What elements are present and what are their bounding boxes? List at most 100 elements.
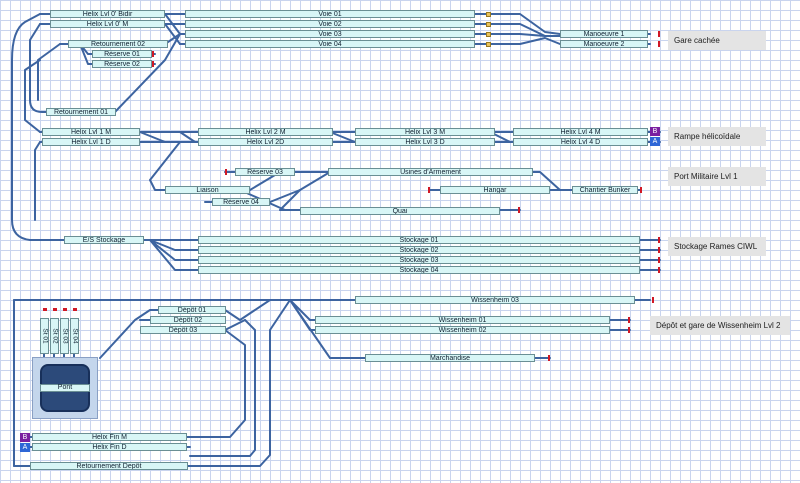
block-helix3d[interactable]: Helix Lvl 3 D [355, 138, 495, 146]
block-label: St 03 [61, 328, 68, 344]
block-label: Dépôt 02 [173, 317, 203, 324]
stop-signal [628, 317, 630, 323]
block-st04[interactable]: St 04 [70, 318, 79, 354]
block-reserve04[interactable]: Réserve 04 [212, 198, 270, 206]
block-label: Quai [392, 208, 408, 215]
block-voie01[interactable]: Voie 01 [185, 10, 475, 18]
block-reserve02[interactable]: Réserve 02 [92, 60, 152, 68]
stop-signal [428, 187, 430, 193]
block-depot03[interactable]: Dépôt 03 [140, 326, 226, 334]
block-helix-fin-d[interactable]: Helix Fin D [32, 443, 187, 451]
block-label: Helix Lvl 2 M [245, 129, 286, 136]
buffer-cap [486, 12, 491, 17]
block-label: Marchandise [429, 355, 471, 362]
block-helix2m[interactable]: Helix Lvl 2 M [198, 128, 333, 136]
block-manoeuvre2[interactable]: Manoeuvre 2 [560, 40, 648, 48]
block-label: Retournement 02 [90, 41, 146, 48]
block-stockage01[interactable]: Stockage 01 [198, 236, 640, 244]
block-marchandise[interactable]: Marchandise [365, 354, 535, 362]
stop-signal [658, 257, 660, 263]
block-helix0-bidir[interactable]: Helix Lvl 0' Bidir [50, 10, 165, 18]
block-retournement01[interactable]: Retournement 01 [46, 108, 116, 116]
stop-signal [43, 308, 47, 311]
zone-port: Port Militaire Lvl 1 [668, 167, 766, 186]
buffer-cap [486, 42, 491, 47]
turntable-label[interactable]: Pont [40, 384, 90, 392]
block-st03[interactable]: St 03 [60, 318, 69, 354]
block-wissenheim01[interactable]: Wissenheim 01 [315, 316, 610, 324]
block-label: Helix Lvl 0' M [86, 21, 129, 28]
block-label: Manoeuvre 2 [583, 41, 625, 48]
block-usines[interactable]: Usines d'Armement [328, 168, 533, 176]
block-label: Dépôt 01 [177, 307, 207, 314]
indicator-b[interactable]: B [650, 127, 660, 136]
block-wissenheim02[interactable]: Wissenheim 02 [315, 326, 610, 334]
block-quai[interactable]: Quai [300, 207, 500, 215]
block-helix1d[interactable]: Helix Lvl 1 D [42, 138, 140, 146]
stop-signal [628, 327, 630, 333]
block-label: Helix Fin M [91, 434, 127, 441]
block-stockage04[interactable]: Stockage 04 [198, 266, 640, 274]
block-stockage03[interactable]: Stockage 03 [198, 256, 640, 264]
indicator-a[interactable]: A [20, 443, 30, 452]
block-label: Usines d'Armement [400, 169, 461, 176]
block-es-stockage[interactable]: E/S Stockage [64, 236, 144, 244]
block-chantier[interactable]: Chantier Bunker [572, 186, 638, 194]
block-label: Dépôt 03 [168, 327, 198, 334]
block-label: Chantier Bunker [579, 187, 631, 194]
block-st02[interactable]: St 02 [50, 318, 59, 354]
block-label: Manoeuvre 1 [583, 31, 625, 38]
stop-signal [658, 31, 660, 37]
indicator-a[interactable]: A [650, 137, 660, 146]
track-ret02-loop [37, 43, 61, 101]
block-wissenheim03[interactable]: Wissenheim 03 [355, 296, 635, 304]
block-stockage02[interactable]: Stockage 02 [198, 246, 640, 254]
block-voie02[interactable]: Voie 02 [185, 20, 475, 28]
block-depot02[interactable]: Dépôt 02 [150, 316, 226, 324]
block-label: Wissenheim 01 [438, 317, 487, 324]
block-retournement-depot[interactable]: Retournement Depôt [30, 462, 188, 470]
block-voie03[interactable]: Voie 03 [185, 30, 475, 38]
block-helix3m[interactable]: Helix Lvl 3 M [355, 128, 495, 136]
block-label: Voie 02 [318, 21, 342, 28]
stop-signal [152, 51, 154, 57]
block-retournement02[interactable]: Retournement 02 [68, 40, 168, 48]
stop-signal [640, 187, 642, 193]
stop-signal [225, 169, 227, 175]
block-hangar[interactable]: Hangar [440, 186, 550, 194]
block-label: Helix Lvl 4 D [560, 139, 601, 146]
block-reserve03[interactable]: Réserve 03 [235, 168, 295, 176]
block-manoeuvre1[interactable]: Manoeuvre 1 [560, 30, 648, 38]
block-helix2d[interactable]: Helix Lvl 2D [198, 138, 333, 146]
block-label: Voie 01 [318, 11, 342, 18]
track-left-loop-2 [29, 23, 116, 113]
block-label: Réserve 03 [247, 169, 283, 176]
stop-signal [63, 308, 67, 311]
zone-stockage: Stockage Rames CIWL [668, 237, 766, 256]
block-label: St 04 [71, 328, 78, 344]
block-reserve01[interactable]: Réserve 01 [92, 50, 152, 58]
block-helix4d[interactable]: Helix Lvl 4 D [513, 138, 648, 146]
stop-signal [152, 61, 154, 67]
block-helix0-m[interactable]: Helix Lvl 0' M [50, 20, 165, 28]
track-liaison [149, 141, 641, 191]
block-st01[interactable]: St 01 [40, 318, 49, 354]
zone-depot: Dépôt et gare de Wissenheim Lvl 2 [650, 316, 790, 335]
block-voie04[interactable]: Voie 04 [185, 40, 475, 48]
block-label: Stockage 04 [399, 267, 439, 274]
block-depot01[interactable]: Dépôt 01 [158, 306, 226, 314]
block-helix-fin-m[interactable]: Helix Fin M [32, 433, 187, 441]
block-helix1m[interactable]: Helix Lvl 1 M [42, 128, 140, 136]
block-label: Helix Lvl 4 M [560, 129, 601, 136]
block-label: Réserve 02 [104, 61, 140, 68]
block-label: Retournement Depôt [76, 463, 142, 470]
indicator-b[interactable]: B [20, 433, 30, 442]
block-label: Helix Lvl 3 M [404, 129, 446, 136]
block-label: E/S Stockage [82, 237, 126, 244]
stop-signal [652, 297, 654, 303]
stop-signal [548, 355, 550, 361]
block-helix4m[interactable]: Helix Lvl 4 M [513, 128, 648, 136]
block-liaison[interactable]: Liaison [165, 186, 250, 194]
block-label: Stockage 02 [399, 247, 439, 254]
block-label: Wissenheim 02 [438, 327, 487, 334]
